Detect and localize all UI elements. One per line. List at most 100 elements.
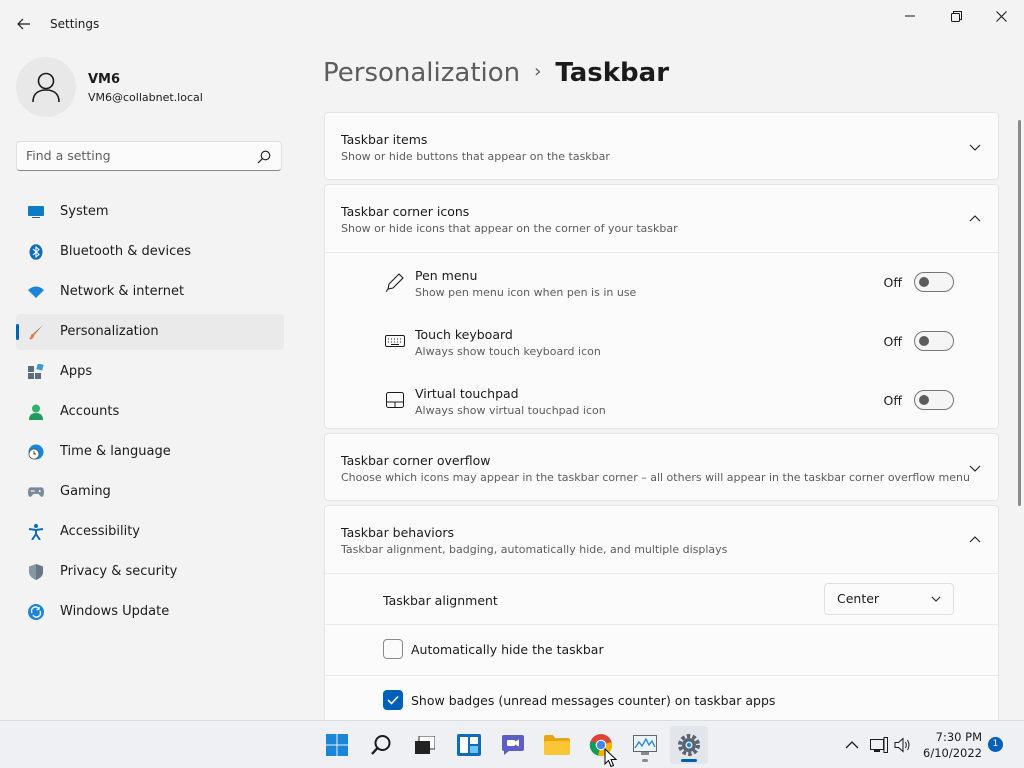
brush-icon <box>28 324 44 340</box>
touch-keyboard-toggle[interactable] <box>914 331 954 351</box>
resource-monitor-icon <box>633 735 657 755</box>
task-view-button[interactable] <box>406 726 444 764</box>
sidebar-item-apps[interactable]: Apps <box>16 354 284 390</box>
start-button[interactable] <box>318 726 356 764</box>
pen-menu-toggle[interactable] <box>914 272 954 292</box>
virtual-touchpad-subtitle: Always show virtual touchpad icon <box>415 404 606 417</box>
sidebar-item-accounts[interactable]: Accounts <box>16 394 284 430</box>
maximize-button[interactable] <box>933 0 979 32</box>
show-badges-label: Show badges (unread messages counter) on… <box>411 693 776 708</box>
minimize-icon <box>905 15 915 17</box>
back-arrow-icon <box>17 18 30 30</box>
mouse-cursor-icon <box>604 748 618 768</box>
sidebar-item-label: Windows Update <box>60 604 170 619</box>
page-title: Taskbar <box>555 58 670 88</box>
taskbar-alignment-dropdown[interactable]: Center <box>824 583 954 615</box>
globe-clock-icon <box>28 444 44 460</box>
file-explorer-icon <box>544 735 570 755</box>
close-icon <box>995 10 1007 22</box>
breadcrumb-separator: › <box>534 61 542 82</box>
taskbar-search-button[interactable] <box>362 726 400 764</box>
section-subtitle: Show or hide buttons that appear on the … <box>341 150 610 163</box>
volume-tray-button[interactable] <box>894 736 912 754</box>
taskbar-alignment-label: Taskbar alignment <box>383 593 498 608</box>
sidebar-item-privacy[interactable]: Privacy & security <box>16 554 284 590</box>
search-input[interactable] <box>26 148 246 163</box>
touch-keyboard-title: Touch keyboard <box>415 327 513 342</box>
virtual-touchpad-toggle[interactable] <box>914 390 954 410</box>
pen-menu-title: Pen menu <box>415 268 478 283</box>
chevron-down-icon <box>931 596 941 602</box>
show-badges-checkbox[interactable] <box>383 690 403 710</box>
sidebar-item-label: Time & language <box>60 444 171 459</box>
clock-time[interactable]: 7:30 PM <box>934 730 982 744</box>
accounts-icon <box>28 404 44 420</box>
auto-hide-label: Automatically hide the taskbar <box>411 642 604 657</box>
breadcrumb: Personalization › Taskbar <box>323 58 669 88</box>
toggle-knob <box>919 336 929 346</box>
pen-icon <box>386 273 404 292</box>
divider <box>325 252 998 253</box>
chevron-down-icon[interactable] <box>968 461 982 475</box>
restore-icon <box>950 10 962 22</box>
sidebar-item-gaming[interactable]: Gaming <box>16 474 284 510</box>
breadcrumb-parent[interactable]: Personalization <box>323 58 520 88</box>
show-hidden-icons-button[interactable] <box>843 736 861 754</box>
dropdown-value: Center <box>837 591 880 606</box>
selected-indicator <box>16 324 19 340</box>
sidebar-item-bluetooth[interactable]: Bluetooth & devices <box>16 234 284 270</box>
sidebar-item-accessibility[interactable]: Accessibility <box>16 514 284 550</box>
taskbar-corner-overflow-section[interactable]: Taskbar corner overflow Choose which ico… <box>324 433 999 501</box>
auto-hide-checkbox[interactable] <box>383 639 403 659</box>
toggle-knob <box>919 395 929 405</box>
file-explorer-button[interactable] <box>538 726 576 764</box>
sidebar-item-network[interactable]: Network & internet <box>16 274 284 310</box>
person-icon <box>32 72 60 103</box>
close-button[interactable] <box>978 0 1024 32</box>
taskbar-items-section[interactable]: Taskbar items Show or hide buttons that … <box>324 112 999 180</box>
running-indicator <box>642 759 648 762</box>
pen-menu-state: Off <box>883 275 902 290</box>
chat-button[interactable] <box>494 726 532 764</box>
shield-icon <box>28 564 44 580</box>
widgets-button[interactable] <box>450 726 488 764</box>
network-tray-button[interactable] <box>870 736 888 754</box>
sidebar-item-label: Privacy & security <box>60 564 178 579</box>
notification-badge[interactable]: 1 <box>988 737 1003 752</box>
chevron-down-icon[interactable] <box>968 140 982 154</box>
virtual-touchpad-state: Off <box>883 393 902 408</box>
divider <box>325 675 998 676</box>
pen-menu-subtitle: Show pen menu icon when pen is in use <box>415 286 637 299</box>
resource-monitor-button[interactable] <box>626 726 664 764</box>
volume-icon <box>894 737 910 753</box>
search-box[interactable] <box>16 141 282 171</box>
settings-button[interactable] <box>670 726 708 764</box>
minimize-button[interactable] <box>887 0 933 32</box>
section-subtitle: Taskbar alignment, badging, automaticall… <box>341 543 728 556</box>
chevron-up-icon[interactable] <box>968 533 982 547</box>
section-subtitle: Choose which icons may appear in the tas… <box>341 471 970 484</box>
touch-keyboard-state: Off <box>883 334 902 349</box>
sidebar-item-label: Accounts <box>60 404 120 419</box>
section-subtitle: Show or hide icons that appear on the co… <box>341 222 678 235</box>
sidebar-item-personalization[interactable]: Personalization <box>16 314 284 350</box>
virtual-touchpad-title: Virtual touchpad <box>415 386 519 401</box>
sidebar-item-label: Network & internet <box>60 284 185 299</box>
clock-date[interactable]: 6/10/2022 <box>920 746 982 760</box>
back-button[interactable] <box>12 12 36 36</box>
toggle-knob <box>919 277 929 287</box>
search-icon[interactable] <box>257 150 271 164</box>
scrollbar[interactable] <box>1018 120 1021 506</box>
sidebar-item-label: Bluetooth & devices <box>60 244 191 259</box>
section-title: Taskbar corner icons <box>341 204 470 219</box>
sidebar-item-time-language[interactable]: Time & language <box>16 434 284 470</box>
sidebar-item-system[interactable]: System <box>16 194 284 230</box>
task-view-icon <box>415 736 435 754</box>
sidebar-item-windows-update[interactable]: Windows Update <box>16 594 284 630</box>
chevron-up-icon[interactable] <box>968 212 982 226</box>
search-icon <box>371 735 391 755</box>
sidebar-item-label: System <box>60 204 109 219</box>
avatar[interactable] <box>16 57 76 117</box>
sidebar-item-label: Personalization <box>60 324 159 339</box>
start-icon <box>326 734 348 756</box>
